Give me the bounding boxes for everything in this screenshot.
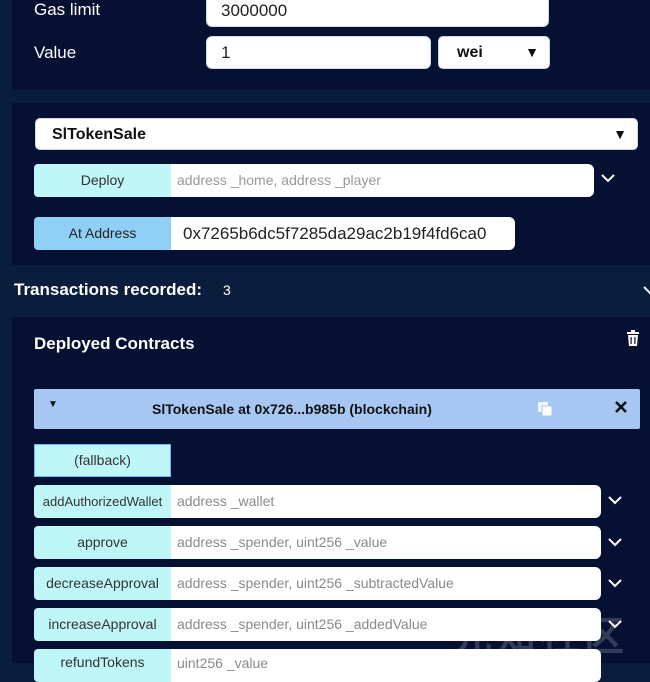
chevron-down-icon[interactable]: [607, 494, 625, 512]
chevron-down-icon[interactable]: [642, 284, 650, 302]
gas-limit-input[interactable]: 3000000: [206, 0, 549, 27]
value-unit-select[interactable]: wei ▼: [438, 36, 550, 69]
copy-icon[interactable]: [537, 401, 553, 422]
caret-down-icon: ▼: [525, 44, 539, 60]
function-button-decreaseApproval[interactable]: decreaseApproval: [34, 567, 171, 600]
function-args-decreaseApproval[interactable]: address _spender, uint256 _subtractedVal…: [171, 567, 601, 600]
chevron-down-icon[interactable]: [607, 536, 625, 554]
trash-icon[interactable]: [626, 330, 640, 351]
caret-down-icon: ▼: [613, 126, 627, 142]
transactions-recorded-label[interactable]: Transactions recorded:: [14, 280, 202, 300]
value-unit-text: wei: [457, 44, 483, 61]
close-icon[interactable]: [614, 400, 628, 419]
function-button-refundTokens[interactable]: refundTokens: [34, 649, 171, 682]
value-label: Value: [34, 43, 77, 62]
function-button-addAuthorizedWallet[interactable]: addAuthorizedWallet: [34, 485, 171, 518]
contract-instance-title: SlTokenSale at 0x726...b985b (blockchain…: [152, 401, 432, 417]
chevron-down-icon[interactable]: [600, 172, 618, 190]
deploy-args-input[interactable]: address _home, address _player: [171, 164, 594, 197]
function-button-increaseApproval[interactable]: increaseApproval: [34, 608, 171, 641]
at-address-input[interactable]: 0x7265b6dc5f7285da29ac2b19f4fd6ca0: [171, 217, 515, 250]
contract-instance-header[interactable]: ▼ SlTokenSale at 0x726...b985b (blockcha…: [34, 389, 640, 429]
function-args-approve[interactable]: address _spender, uint256 _value: [171, 526, 601, 559]
fallback-button[interactable]: (fallback): [34, 444, 171, 477]
caret-down-icon: ▼: [48, 399, 58, 410]
value-input[interactable]: 1: [206, 36, 431, 69]
contract-select-text: SlTokenSale: [52, 126, 146, 143]
chevron-down-icon[interactable]: [607, 577, 625, 595]
contract-select[interactable]: SlTokenSale ▼: [35, 118, 638, 150]
deployed-contracts-title: Deployed Contracts: [34, 334, 195, 353]
watermark-logo: 先知社区: [452, 615, 628, 659]
function-args-addAuthorizedWallet[interactable]: address _wallet: [171, 485, 601, 518]
at-address-button[interactable]: At Address: [34, 217, 171, 250]
transactions-count: 3: [223, 282, 231, 298]
function-button-approve[interactable]: approve: [34, 526, 171, 559]
gas-limit-label: Gas limit: [34, 0, 101, 19]
deploy-button[interactable]: Deploy: [34, 164, 171, 197]
